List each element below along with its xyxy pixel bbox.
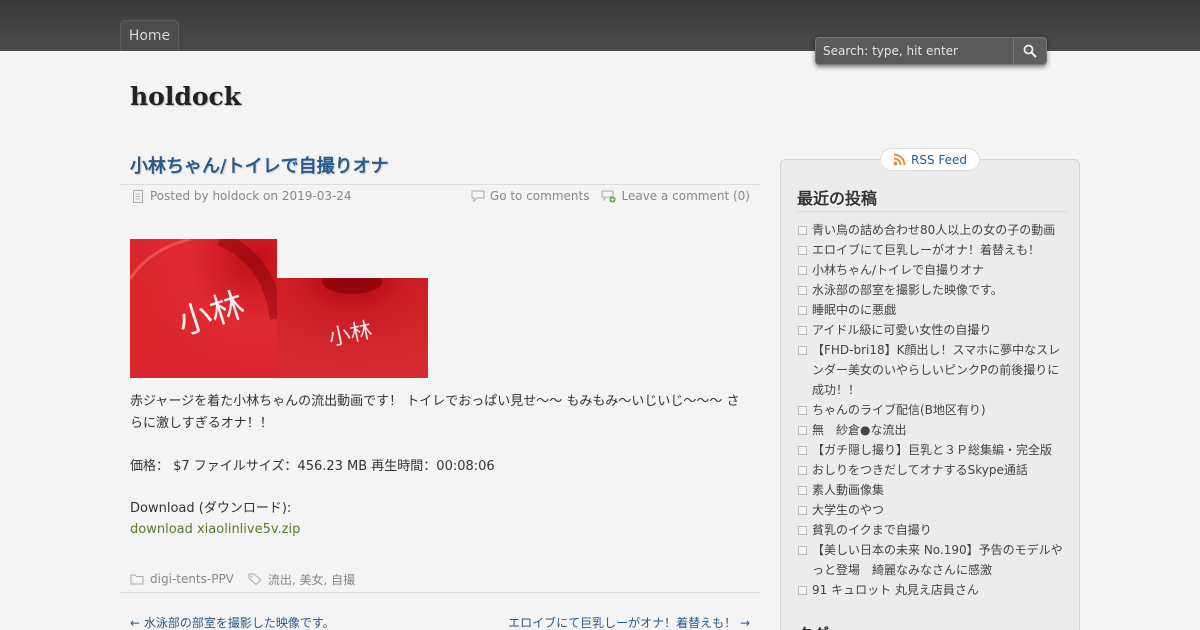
recent-post-link[interactable]: 貧乳のイクまで自撮り <box>812 523 932 537</box>
category-link[interactable]: digi-tents-PPV <box>150 572 234 586</box>
recent-post-link[interactable]: 【美しい日本の未来 No.190】予告のモデルやっと登場 綺麗なみなさんに感激 <box>812 543 1063 577</box>
folder-icon <box>130 574 144 585</box>
search-icon <box>1023 44 1037 58</box>
post-tags[interactable]: 流出, 美女, 自撮 <box>268 571 355 588</box>
rss-icon <box>893 153 906 166</box>
recent-post-link[interactable]: 青い鳥の詰め合わせ80人以上の女の子の動画 <box>812 223 1055 237</box>
price-info: 価格： $7 ファイルサイズ：456.23 MB 再生時間：00:08:06 <box>130 459 495 474</box>
recent-post-item: 【美しい日本の未来 No.190】予告のモデルやっと登場 綺麗なみなさんに感激 <box>797 540 1067 580</box>
recent-posts-list: 青い鳥の詰め合わせ80人以上の女の子の動画 エロイブにて巨乳しーがオナ！着替えも！… <box>797 220 1067 600</box>
next-post-link[interactable]: エロイブにて巨乳しーがオナ！着替えも！ → <box>508 614 750 630</box>
recent-post-item: 小林ちゃん/トイレで自撮りオナ <box>797 260 1067 280</box>
previous-post-link[interactable]: ← 水泳部の部室を撮影した映像です。 <box>130 614 335 630</box>
recent-post-item: おしりをつきだしてオナするSkype通話 <box>797 460 1067 480</box>
document-icon <box>133 189 143 203</box>
download-line: download xiaolinlive5v.zip <box>130 519 750 541</box>
recent-post-item: ちゃんのライブ配信(B地区有り) <box>797 400 1067 420</box>
recent-post-item: 【ガチ隠し撮り】巨乳と３Ｐ総集編・完全版 <box>797 440 1067 460</box>
download-link[interactable]: download xiaolinlive5v.zip <box>130 522 300 537</box>
leave-comment-link[interactable]: Leave a comment (0) <box>621 189 750 203</box>
rss-feed-label: RSS Feed <box>910 152 967 167</box>
tags-widget-title: タグ <box>797 621 829 630</box>
post-image-2[interactable]: 小林 <box>277 278 428 378</box>
recent-post-item: アイドル級に可愛い女性の自撮り <box>797 320 1067 340</box>
recent-post-link[interactable]: エロイブにて巨乳しーがオナ！着替えも！ <box>812 243 1040 257</box>
post-meta: Posted by holdock on 2019-03-24 Go to co… <box>120 184 760 208</box>
download-label: Download (ダウンロード): <box>130 501 292 516</box>
recent-post-link[interactable]: 素人動画像集 <box>812 483 884 497</box>
post-paragraph: 赤ジャージを着た小林ちゃんの流出動画です！ トイレでおっぱい見せ～～ もみもみ～… <box>130 394 740 431</box>
widget-divider <box>797 211 1067 212</box>
recent-post-link[interactable]: 無 紗倉●な流出 <box>812 423 906 437</box>
recent-post-link[interactable]: ちゃんのライブ配信(B地区有り) <box>812 403 986 417</box>
recent-post-link[interactable]: 【FHD-bri18】K顔出し！スマホに夢中なスレンダー美女のいやらしいピンクP… <box>812 343 1060 397</box>
recent-post-link[interactable]: 睡眠中のに悪戯 <box>812 303 896 317</box>
recent-post-link[interactable]: おしりをつきだしてオナするSkype通話 <box>812 463 1028 477</box>
recent-post-link[interactable]: 水泳部の部室を撮影した映像です。 <box>812 283 1003 297</box>
recent-post-item: 青い鳥の詰め合わせ80人以上の女の子の動画 <box>797 220 1067 240</box>
recent-post-item: 【FHD-bri18】K顔出し！スマホに夢中なスレンダー美女のいやらしいピンクP… <box>797 340 1067 400</box>
recent-post-link[interactable]: 91 キュロット 丸見え店員さん <box>812 583 979 597</box>
rss-feed-button[interactable]: RSS Feed <box>880 148 980 171</box>
go-to-comments-link[interactable]: Go to comments <box>490 189 590 203</box>
recent-post-item: 貧乳のイクまで自撮り <box>797 520 1067 540</box>
nav-home-tab[interactable]: Home <box>120 20 179 51</box>
recent-post-item: 睡眠中のに悪戯 <box>797 300 1067 320</box>
add-comment-icon <box>601 190 616 202</box>
comment-bubble-icon <box>471 190 485 202</box>
recent-post-item: エロイブにて巨乳しーがオナ！着替えも！ <box>797 240 1067 260</box>
site-title[interactable]: holdock <box>130 82 241 111</box>
recent-post-item: 素人動画像集 <box>797 480 1067 500</box>
recent-post-item: 無 紗倉●な流出 <box>797 420 1067 440</box>
recent-post-item: 91 キュロット 丸見え店員さん <box>797 580 1067 600</box>
recent-post-link[interactable]: アイドル級に可愛い女性の自撮り <box>812 323 991 337</box>
tag-icon <box>248 573 262 585</box>
posted-by-text: Posted by holdock on 2019-03-24 <box>150 189 352 203</box>
search-input[interactable] <box>815 37 1013 65</box>
recent-post-item: 水泳部の部室を撮影した映像です。 <box>797 280 1067 300</box>
recent-posts-title: 最近の投稿 <box>797 189 878 208</box>
recent-post-link[interactable]: 大学生のやつ <box>812 503 884 517</box>
post-footer: digi-tents-PPV 流出, 美女, 自撮 <box>120 566 760 593</box>
search-button[interactable] <box>1013 37 1047 65</box>
recent-post-link[interactable]: 小林ちゃん/トイレで自撮りオナ <box>812 263 984 277</box>
search-box <box>815 37 1047 65</box>
post-title[interactable]: 小林ちゃん/トイレで自撮りオナ <box>130 152 389 178</box>
recent-post-link[interactable]: 【ガチ隠し撮り】巨乳と３Ｐ総集編・完全版 <box>812 443 1052 457</box>
post-image-1[interactable]: 小林 <box>130 239 277 378</box>
recent-post-item: 大学生のやつ <box>797 500 1067 520</box>
